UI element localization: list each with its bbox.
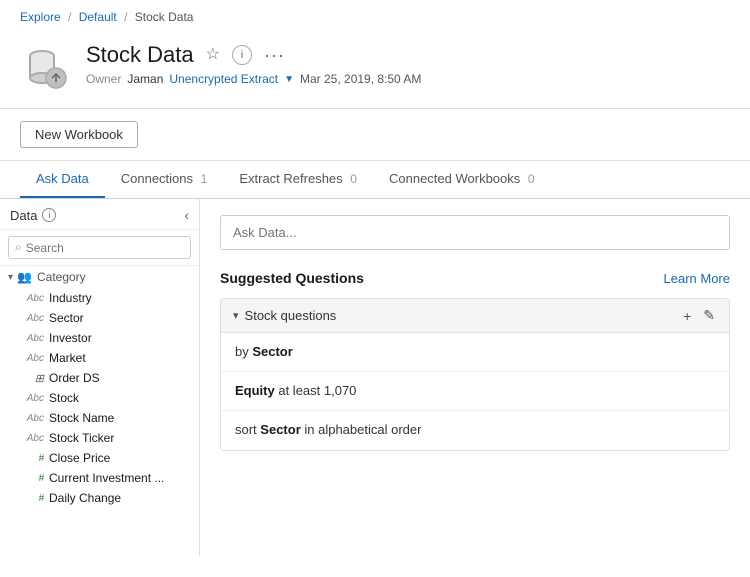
header-info: Stock Data ☆ i ··· Owner Jaman Unencrypt… — [86, 42, 730, 86]
header-title-row: Stock Data ☆ i ··· — [86, 42, 730, 68]
learn-more-link[interactable]: Learn More — [664, 271, 730, 286]
page-header: Stock Data ☆ i ··· Owner Jaman Unencrypt… — [0, 32, 750, 109]
group-toggle-icon[interactable]: ▾ — [233, 309, 239, 322]
list-item[interactable]: # Close Price — [0, 448, 199, 468]
new-workbook-button[interactable]: New Workbook — [20, 121, 138, 148]
add-question-button[interactable]: + — [681, 308, 693, 324]
type-db-icon: ⊞ — [24, 372, 44, 385]
data-info-icon[interactable]: i — [42, 208, 56, 222]
content-area: Suggested Questions Learn More ▾ Stock q… — [200, 199, 750, 556]
list-item[interactable]: Abc Stock Ticker — [0, 428, 199, 448]
extract-link[interactable]: Unencrypted Extract — [169, 72, 278, 86]
category-type-icon: 👥 — [17, 270, 32, 284]
ask-data-input[interactable] — [220, 215, 730, 250]
group-actions: + ✎ — [681, 307, 717, 324]
tab-ask-data[interactable]: Ask Data — [20, 161, 105, 198]
sidebar-title: Data i — [10, 208, 56, 223]
list-item[interactable]: Abc Sector — [0, 308, 199, 328]
breadcrumb-default[interactable]: Default — [79, 10, 117, 24]
questions-group-left: ▾ Stock questions — [233, 308, 336, 323]
type-hash-icon: # — [24, 473, 44, 484]
search-container: ⌕ — [8, 236, 191, 259]
category-group: ▾ 👥 Category Abc Industry Abc Sector — [0, 266, 199, 328]
list-item[interactable]: Abc Market — [0, 348, 199, 368]
tabs-bar: Ask Data Connections 1 Extract Refreshes… — [0, 161, 750, 199]
category-group-header[interactable]: ▾ 👥 Category — [0, 266, 199, 288]
more-options-button[interactable]: ··· — [262, 46, 287, 64]
extract-arrow-icon: ▼ — [284, 74, 294, 85]
search-icon: ⌕ — [15, 240, 22, 255]
question-item[interactable]: sort Sector in alphabetical order — [221, 411, 729, 449]
type-abc-icon: Abc — [24, 433, 44, 444]
actions-bar: New Workbook — [0, 109, 750, 161]
tab-extract-refreshes[interactable]: Extract Refreshes 0 — [223, 161, 373, 198]
questions-group-header: ▾ Stock questions + ✎ — [221, 299, 729, 333]
star-button[interactable]: ☆ — [204, 47, 222, 63]
sidebar: Data i ‹ ⌕ ▾ 👥 Category — [0, 199, 200, 556]
list-item[interactable]: Abc Industry — [0, 288, 199, 308]
data-list: ▾ 👥 Category Abc Industry Abc Sector — [0, 266, 199, 556]
owner-name: Jaman — [127, 72, 163, 86]
sidebar-collapse-button[interactable]: ‹ — [184, 207, 189, 223]
category-label: Category — [37, 270, 86, 284]
type-abc-icon: Abc — [24, 313, 44, 324]
info-button[interactable]: i — [232, 45, 252, 65]
questions-group: ▾ Stock questions + ✎ by Sector Equity a… — [220, 298, 730, 451]
sidebar-header: Data i ‹ — [0, 199, 199, 230]
owner-label: Owner — [86, 72, 121, 86]
type-hash-icon: # — [24, 453, 44, 464]
list-item[interactable]: # Current Investment ... — [0, 468, 199, 488]
suggested-title: Suggested Questions — [220, 270, 364, 286]
question-item[interactable]: by Sector — [221, 333, 729, 372]
type-abc-icon: Abc — [24, 353, 44, 364]
type-abc-icon: Abc — [24, 333, 44, 344]
suggested-header: Suggested Questions Learn More — [220, 270, 730, 286]
group-name: Stock questions — [245, 308, 337, 323]
list-item[interactable]: # Daily Change — [0, 488, 199, 508]
category-toggle-icon: ▾ — [8, 272, 13, 283]
header-meta: Owner Jaman Unencrypted Extract ▼ Mar 25… — [86, 72, 730, 86]
question-item[interactable]: Equity at least 1,070 — [221, 372, 729, 411]
tab-connected-workbooks[interactable]: Connected Workbooks 0 — [373, 161, 551, 198]
breadcrumb-current: Stock Data — [135, 10, 194, 24]
type-abc-icon: Abc — [24, 413, 44, 424]
question-text: sort Sector in alphabetical order — [235, 421, 421, 439]
list-item[interactable]: Abc Investor — [0, 328, 199, 348]
question-text: by Sector — [235, 343, 293, 361]
tab-connections[interactable]: Connections 1 — [105, 161, 224, 198]
question-text: Equity at least 1,070 — [235, 382, 356, 400]
edit-questions-button[interactable]: ✎ — [701, 307, 717, 324]
type-hash-icon: # — [24, 493, 44, 504]
type-abc-icon: Abc — [24, 393, 44, 404]
datasource-icon — [20, 42, 72, 94]
list-item[interactable]: ⊞ Order DS — [0, 368, 199, 388]
search-input[interactable] — [26, 241, 184, 255]
main-content: Data i ‹ ⌕ ▾ 👥 Category — [0, 199, 750, 556]
breadcrumb-explore[interactable]: Explore — [20, 10, 61, 24]
list-item[interactable]: Abc Stock — [0, 388, 199, 408]
list-item[interactable]: Abc Stock Name — [0, 408, 199, 428]
timestamp: Mar 25, 2019, 8:50 AM — [300, 72, 421, 86]
type-abc-icon: Abc — [24, 293, 44, 304]
search-wrapper: ⌕ — [0, 230, 199, 266]
page-title: Stock Data — [86, 42, 194, 68]
breadcrumb: Explore / Default / Stock Data — [0, 0, 750, 32]
